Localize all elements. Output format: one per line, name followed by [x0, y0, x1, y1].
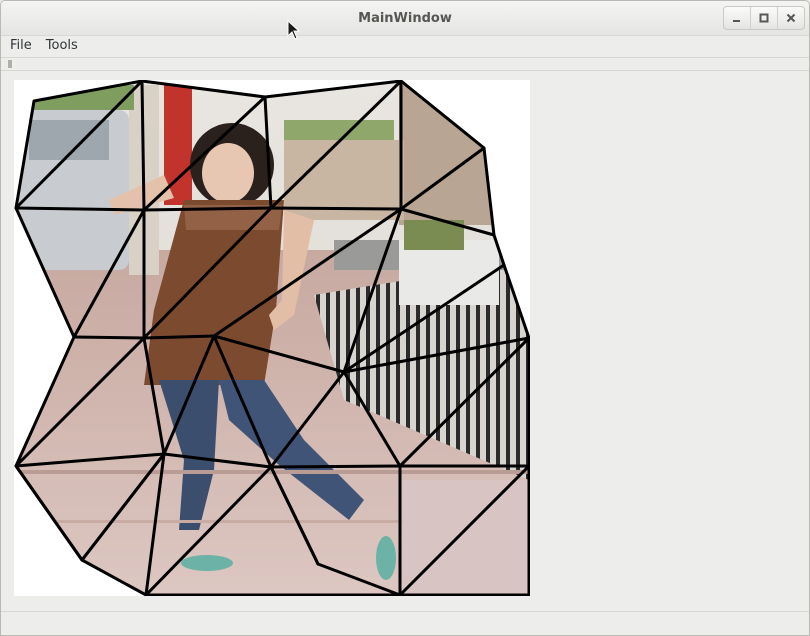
close-icon	[786, 13, 796, 23]
window-controls	[723, 6, 805, 30]
maximize-button[interactable]	[750, 7, 777, 29]
window-title: MainWindow	[358, 11, 452, 26]
toolbar-grip-handle[interactable]	[8, 60, 12, 68]
image-canvas[interactable]	[14, 80, 530, 596]
maximize-icon	[759, 13, 769, 23]
minimize-icon	[733, 20, 740, 22]
menu-bar: File Tools	[1, 35, 809, 58]
close-button[interactable]	[777, 7, 804, 29]
mouse-cursor-icon	[287, 20, 301, 40]
menu-tools[interactable]: Tools	[41, 35, 83, 57]
main-window: MainWindow File Tools	[0, 0, 810, 636]
status-bar	[1, 611, 809, 635]
toolbar-area	[1, 58, 809, 71]
minimize-button[interactable]	[724, 7, 750, 29]
title-bar[interactable]: MainWindow	[1, 1, 809, 36]
menu-file[interactable]: File	[5, 35, 37, 57]
